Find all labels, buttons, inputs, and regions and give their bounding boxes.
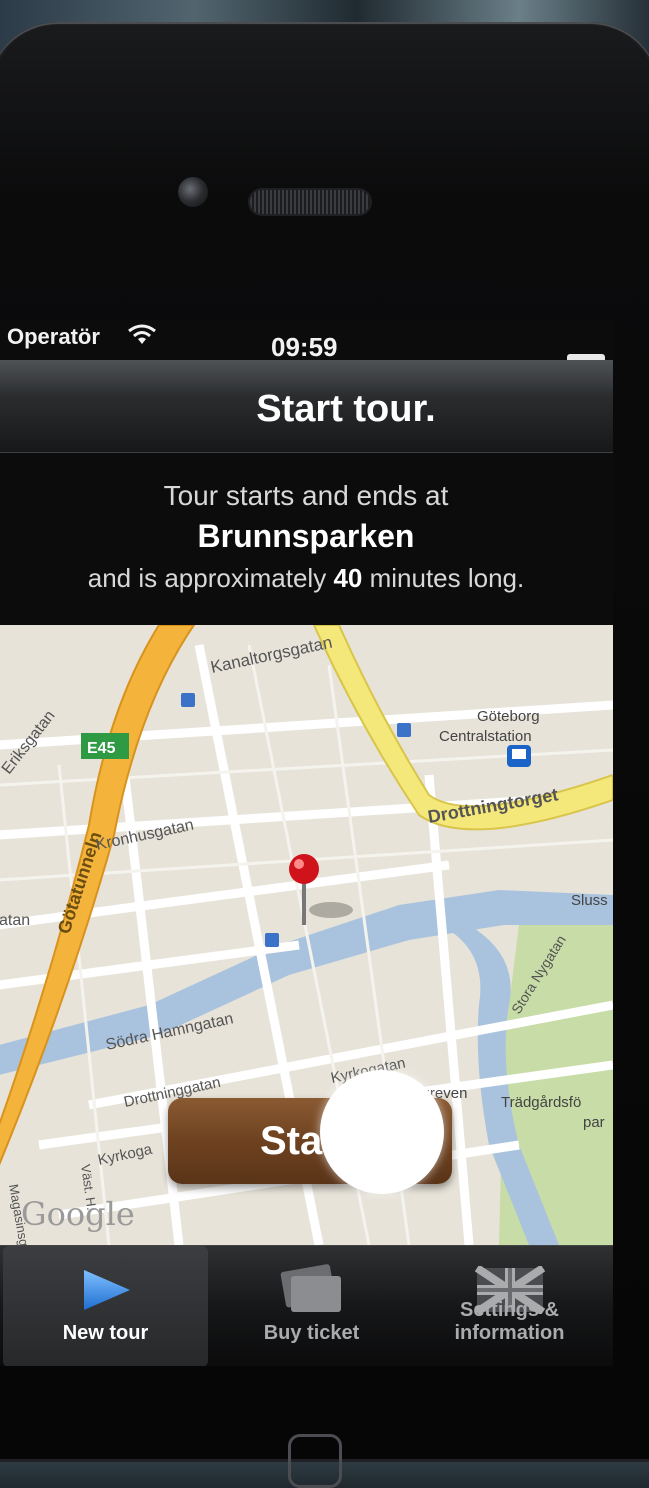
tab-new-tour-label: New tour <box>62 1322 149 1344</box>
status-bar: Operatör 09:59 <box>0 320 613 374</box>
phone-screen: Operatör 09:59 Start tour. Tour starts a… <box>0 320 613 1366</box>
tab-bar: New tour Buy ticket Settings & informati… <box>0 1245 613 1366</box>
start-location: Brunnsparken <box>197 518 415 554</box>
label-goteborg: Göteborg <box>477 708 540 725</box>
tab-new-tour[interactable]: New tour <box>3 1246 208 1366</box>
tour-intro: Tour starts and ends at Brunnsparken and… <box>0 480 613 594</box>
tab-buy-ticket-label: Buy ticket <box>263 1322 360 1344</box>
label-tradgardsforeningen: Trädgårdsfö <box>501 1094 581 1111</box>
front-camera <box>178 177 208 207</box>
carrier-name: Operatör <box>7 324 100 349</box>
tab-settings-label: Settings & information <box>454 1299 565 1344</box>
bus-stop-icon <box>181 693 195 707</box>
navigation-bar: Start tour. <box>0 360 613 453</box>
status-time: 09:59 <box>271 332 338 362</box>
home-button-icon <box>288 1434 342 1488</box>
bus-stop-icon-2 <box>397 723 411 737</box>
label-sluss: Sluss <box>571 892 608 909</box>
intro-duration-prefix: and is approximately <box>87 563 327 593</box>
intro-line-3: and is approximately 40 minutes long. <box>0 563 613 594</box>
bus-stop-icon-3 <box>265 933 279 947</box>
google-logo: Google <box>21 1195 135 1233</box>
intro-line-1: Tour starts and ends at <box>163 480 449 511</box>
map-pin-icon <box>289 854 319 884</box>
play-icon <box>3 1264 208 1316</box>
tab-buy-ticket[interactable]: Buy ticket <box>209 1246 414 1366</box>
ticket-icon <box>209 1264 414 1316</box>
wifi-icon <box>127 322 157 353</box>
label-e45: E45 <box>87 740 116 757</box>
tab-settings[interactable]: Settings & information <box>407 1246 612 1366</box>
pin-shadow <box>309 902 353 918</box>
phone-device: Operatör 09:59 Start tour. Tour starts a… <box>0 22 649 1488</box>
finger-touch-overlay <box>320 1070 444 1194</box>
intro-duration-suffix: minutes long. <box>369 563 525 593</box>
label-gatan: atan <box>0 912 30 929</box>
page-title: Start tour. <box>256 388 436 430</box>
earpiece-speaker <box>250 190 370 214</box>
label-centralstation: Centralstation <box>439 728 532 745</box>
tour-duration: 40 <box>333 563 363 593</box>
label-park: par <box>583 1114 605 1131</box>
